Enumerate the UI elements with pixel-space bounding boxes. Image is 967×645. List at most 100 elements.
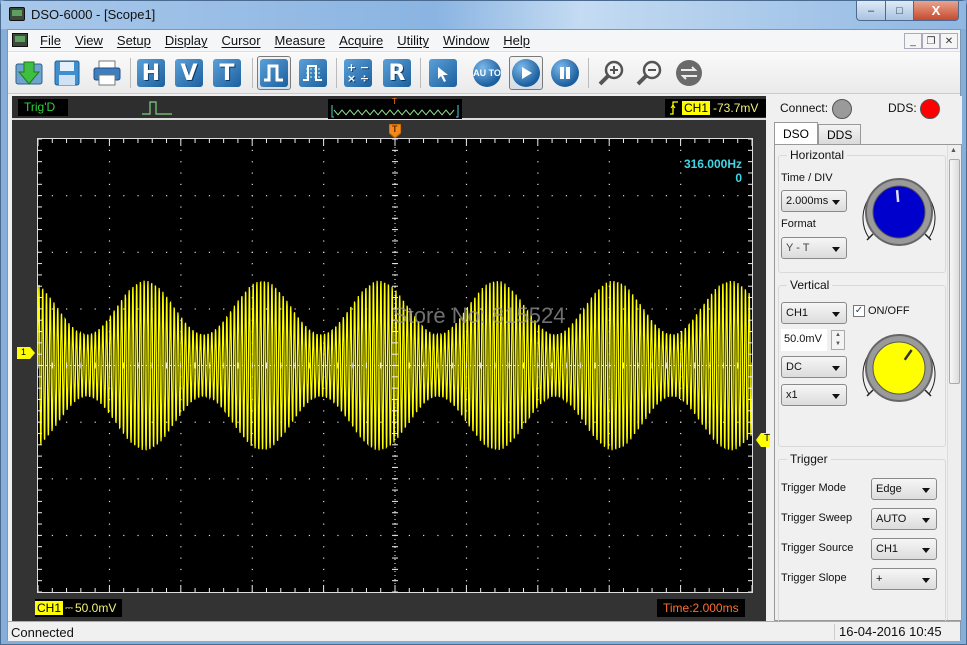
zoom-out-button[interactable] [632,56,666,90]
trigger-trigger-slope-dropdown[interactable]: + [871,568,937,590]
channel1-ground-marker[interactable]: 1 [17,347,35,359]
grid-dot [365,195,368,197]
horizontal-button[interactable]: H [134,56,168,90]
grid-dot [694,195,696,197]
reference-button[interactable]: R [380,56,414,90]
onoff-checkbox[interactable]: ✓ [853,305,865,317]
time-div-dropdown[interactable]: 2.000ms [781,190,847,212]
panel-scrollbar[interactable]: ▲ [947,145,961,620]
menu-window[interactable]: Window [443,33,496,48]
mdi-restore-button[interactable]: ❐ [922,33,940,49]
menu-setup[interactable]: Setup [117,33,158,48]
dds-label: DDS: [888,101,917,115]
grid-dot [80,421,82,423]
grid-dot [237,478,239,480]
app-icon[interactable] [9,7,25,21]
print-button[interactable] [90,56,124,90]
stop-button[interactable] [548,56,582,90]
zoom-in-button[interactable] [594,56,628,90]
tab-dso[interactable]: DSO [774,122,819,144]
grid-dot [537,523,539,525]
trigger-trigger-source-dropdown[interactable]: CH1 [871,538,937,560]
grid-dot [680,523,682,525]
grid-dot [323,251,325,253]
grid-dot [166,195,168,197]
grid-dot [137,195,139,197]
scrollbar-thumb[interactable] [949,159,960,384]
open-button[interactable] [12,56,46,90]
multi-channel-button[interactable] [296,56,330,90]
trigger-label: T [213,59,241,87]
grid-dot [251,217,253,219]
mdi-minimize-button[interactable]: _ [904,33,922,49]
trigger-trigger-mode-dropdown[interactable]: Edge [871,478,937,500]
grid-dot [537,500,539,503]
trigger-row-label: Trigger Sweep [781,512,853,524]
volts-div-spinner[interactable]: ▲ ▼ [831,330,845,350]
waveform-overview[interactable]: T [328,97,462,119]
time-base-knob[interactable] [859,172,939,252]
auto-button[interactable]: AU TO [470,56,504,90]
trigger-trigger-sweep-dropdown[interactable]: AUTO [871,508,937,530]
time-scale[interactable]: Time:2.000ms [657,599,745,617]
single-channel-button[interactable] [257,56,291,90]
channel-scale[interactable]: CH1 ⎓ 50.0mV [35,599,123,617]
coupling-dropdown[interactable]: DC [781,356,847,378]
time-div-label: Time / DIV [781,172,833,184]
menu-acquire[interactable]: Acquire [339,33,390,48]
grid-dot [251,229,253,231]
grid-dot [265,251,268,253]
grid-dot [108,432,111,435]
grid-dot [537,263,539,265]
waveform-graticule[interactable]: 316.000Hz 0 Store No: 815524 [37,138,753,593]
menu-view[interactable]: View [75,33,110,48]
menu-file[interactable]: File [40,33,68,48]
mdi-close-button[interactable]: ✕ [940,33,958,49]
grid-dot [480,195,482,197]
trigger-position-marker[interactable]: T [388,123,402,139]
horizontal-group: Horizontal Time / DIV 2.000ms Format Y -… [778,148,946,273]
channel-dropdown[interactable]: CH1 [781,302,847,324]
grid-dot [494,478,496,480]
probe-dropdown[interactable]: x1 [781,384,847,406]
menu-measure[interactable]: Measure [275,33,333,48]
menu-cursor[interactable]: Cursor [222,33,268,48]
volts-div-input[interactable]: 50.0mV [781,329,827,351]
cursor-button[interactable] [426,56,460,90]
grid-dot [665,195,668,197]
menu-utility[interactable]: Utility [397,33,436,48]
vertical-button[interactable]: V [172,56,206,90]
grid-dot [494,251,496,253]
grid-dot [251,172,253,174]
scroll-up-arrow[interactable]: ▲ [950,147,957,154]
exchange-button[interactable] [672,56,706,90]
grid-dot [680,580,682,582]
format-dropdown[interactable]: Y - T [781,237,847,259]
tab-dds[interactable]: DDS [818,124,862,144]
grid-dot [180,557,182,559]
close-button[interactable]: X [913,1,959,21]
menu-help[interactable]: Help [503,33,537,48]
grid-dot [180,489,182,491]
grid-dot [680,251,682,253]
frequency-readout: 316.000Hz 0 [684,157,742,185]
run-button[interactable] [509,56,543,90]
save-button[interactable] [50,56,84,90]
maximize-button[interactable]: □ [885,1,914,21]
math-button[interactable]: + − × ÷ [341,56,375,90]
minimize-button[interactable]: – [856,1,886,21]
document-icon[interactable] [12,33,28,47]
menu-display[interactable]: Display [165,33,215,48]
grid-dot [265,534,268,537]
grid-dot [351,478,353,480]
trigger-button[interactable]: T [210,56,244,90]
volts-knob[interactable] [859,328,939,408]
title-bar[interactable]: DSO-6000 - [Scope1] [1,1,966,29]
grid-dot [722,251,725,253]
grid-dot [251,149,253,152]
grid-dot [651,251,653,253]
grid-dot [608,206,610,208]
grid-dot [537,274,539,276]
grid-dot [665,308,668,310]
grid-dot [537,195,539,197]
